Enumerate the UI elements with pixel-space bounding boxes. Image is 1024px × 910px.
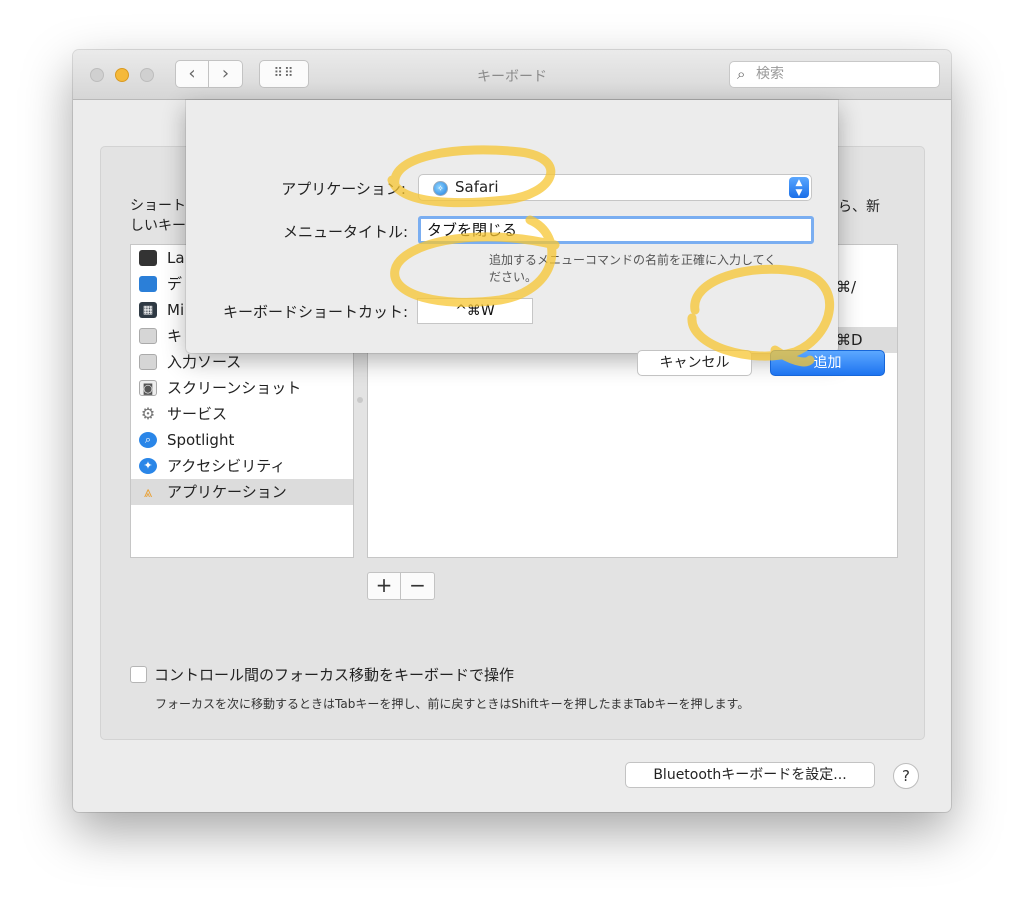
setup-bluetooth-keyboard-button[interactable]: Bluetoothキーボードを設定...	[625, 762, 875, 788]
search-placeholder: 検索	[756, 66, 784, 82]
keyboard-preferences-window: ‹ › ⠿⠿ キーボード ⌕ 検索 ショート しいキー ら、新 La デ ▦ M…	[73, 50, 951, 812]
keyboard-navigation-checkbox[interactable]	[130, 666, 147, 683]
description-right-fragment: ら、新	[838, 199, 880, 215]
split-view-divider[interactable]	[357, 397, 363, 403]
search-field[interactable]: ⌕ 検索	[729, 61, 940, 88]
sidebar-item-screenshots[interactable]: ◙ スクリーンショット	[131, 375, 353, 401]
keyboard-icon	[139, 354, 157, 370]
app-store-icon: ⩓	[143, 483, 153, 501]
popup-arrows-icon: ▲ ▼	[789, 177, 809, 198]
sidebar-item-label: アプリケーション	[167, 483, 287, 501]
sidebar-item-app-shortcuts[interactable]: ⩓ アプリケーション	[131, 479, 353, 505]
application-popup[interactable]: ✧ Safari ▲ ▼	[418, 174, 812, 201]
sidebar-item-label: Mi	[167, 301, 185, 319]
sidebar-item-services[interactable]: ⚙ サービス	[131, 401, 353, 427]
menu-title-label: メニュータイトル:	[282, 223, 408, 241]
sidebar-item-label: Spotlight	[167, 431, 235, 449]
checkbox-note: フォーカスを次に移動するときはTabキーを押し、前に戻すときはShiftキーを押…	[155, 697, 750, 711]
cancel-button[interactable]: キャンセル	[637, 350, 752, 376]
mission-control-icon: ▦	[139, 302, 157, 318]
shortcut-key-fragment: ⌘/	[836, 278, 857, 296]
help-button[interactable]: ?	[893, 763, 919, 789]
sidebar-item-label: La	[167, 249, 185, 267]
add-remove-control: + −	[367, 572, 437, 600]
laptop-keyboard-icon	[139, 250, 157, 266]
add-shortcut-button[interactable]: +	[367, 572, 401, 600]
shortcut-description: ショート しいキー	[130, 196, 186, 236]
add-shortcut-sheet: アプリケーション: ✧ Safari ▲ ▼ メニュータイトル: タブを閉じる 追…	[186, 100, 885, 376]
sidebar-item-accessibility[interactable]: ✦ アクセシビリティ	[131, 453, 353, 479]
remove-shortcut-button[interactable]: −	[401, 572, 435, 600]
title-bar: ‹ › ⠿⠿ キーボード ⌕ 検索	[73, 50, 951, 100]
menu-title-value: タブを閉じる	[427, 221, 518, 239]
accessibility-icon: ✦	[139, 458, 157, 474]
description-line-2: しいキー	[130, 218, 186, 234]
menu-title-hint: 追加するメニューコマンドの名前を正確に入力してください。	[489, 253, 777, 284]
screenshot-icon: ◙	[139, 380, 157, 396]
add-button[interactable]: 追加	[770, 350, 885, 376]
application-value: Safari	[455, 178, 499, 196]
gear-icon: ⚙	[140, 404, 156, 423]
shortcut-key-fragment: ⌘D	[836, 331, 863, 349]
sidebar-item-label: サービス	[167, 405, 228, 423]
display-icon	[139, 276, 157, 292]
sidebar-item-label: 入力ソース	[167, 353, 242, 371]
application-label: アプリケーション:	[281, 180, 406, 198]
sidebar-item-label: デ	[167, 275, 183, 293]
sidebar-item-label: スクリーンショット	[167, 379, 302, 397]
sidebar-item-label: キ	[167, 327, 183, 345]
description-line-1: ショート	[130, 198, 186, 214]
safari-icon: ✧	[433, 181, 448, 196]
search-icon: ⌕	[737, 65, 746, 83]
shortcut-label: キーボードショートカット:	[222, 303, 408, 321]
keyboard-shortcut-field[interactable]: ^⌘W	[417, 298, 533, 324]
checkbox-label: コントロール間のフォーカス移動をキーボードで操作	[154, 666, 515, 684]
sidebar-item-spotlight[interactable]: ⌕ Spotlight	[131, 427, 353, 453]
sidebar-item-label: アクセシビリティ	[167, 457, 286, 475]
menu-title-input[interactable]: タブを閉じる	[418, 216, 814, 244]
keyboard-icon	[139, 328, 157, 344]
spotlight-icon: ⌕	[139, 432, 157, 448]
